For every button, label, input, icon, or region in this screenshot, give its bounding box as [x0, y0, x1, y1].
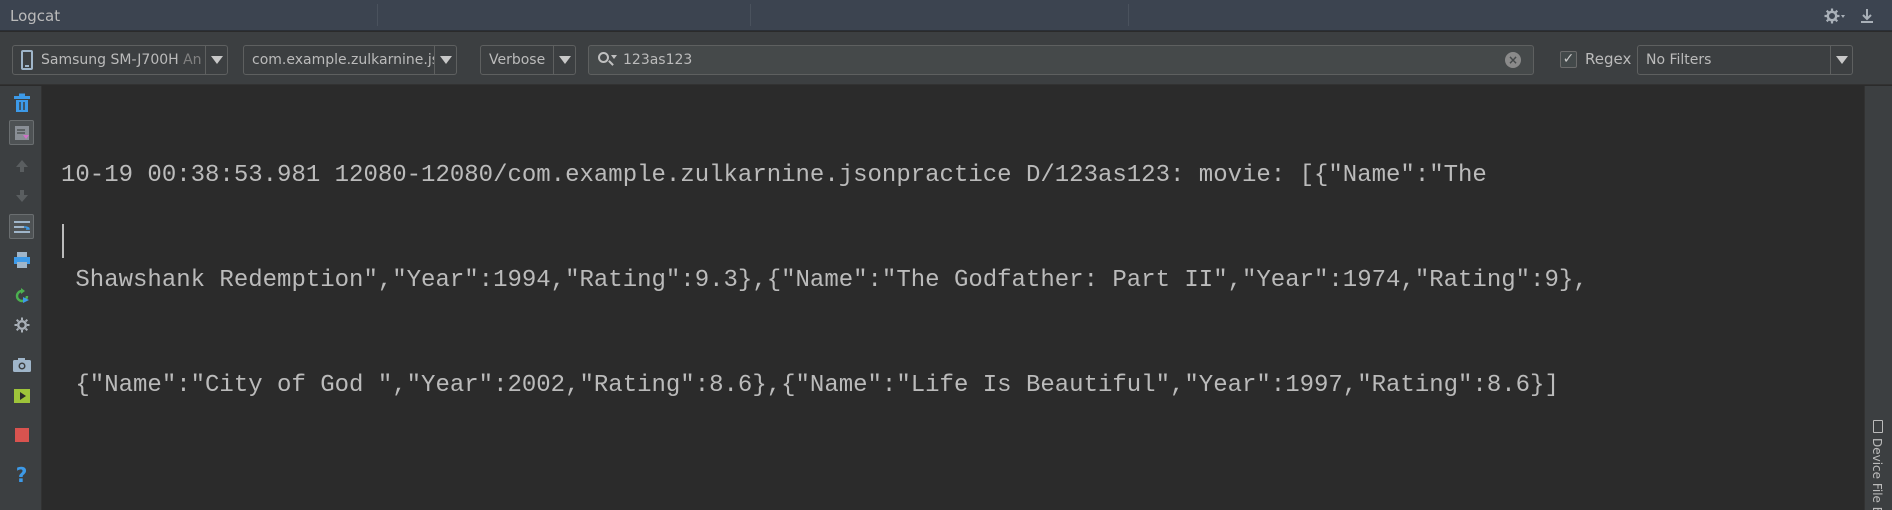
log-output[interactable]: 10-19 00:38:53.981 12080-12080/com.examp…: [43, 86, 1864, 510]
log-line: 10-19 00:38:53.981 12080-12080/com.examp…: [61, 162, 1487, 189]
trash-icon[interactable]: [9, 90, 34, 115]
title-bar: Logcat: [0, 0, 1892, 31]
chevron-down-icon[interactable]: [1830, 46, 1852, 74]
right-tool-strip: Device File E: [1864, 86, 1892, 510]
device-selector-label: Samsung SM-J700H An: [33, 52, 205, 68]
logcat-side-toolbar: ?: [0, 86, 42, 510]
logcat-toolbar: Samsung SM-J700H An com.example.zulkarni…: [0, 32, 1892, 85]
restart-icon[interactable]: [9, 283, 34, 308]
search-icon[interactable]: [597, 50, 617, 70]
log-search-field[interactable]: ×: [588, 45, 1534, 75]
chevron-down-icon[interactable]: [553, 46, 575, 74]
title-divider: [377, 4, 378, 26]
device-selector[interactable]: Samsung SM-J700H An: [12, 45, 228, 75]
soft-wraps-icon[interactable]: [9, 214, 34, 239]
logcat-window: Logcat Samsung SM-J700H An com.example.z…: [0, 0, 1892, 510]
text-cursor: [62, 224, 64, 258]
process-selector-label: com.example.zulkarnine.jso: [252, 52, 434, 68]
minimize-icon[interactable]: [1856, 6, 1878, 26]
gear-icon[interactable]: [1824, 6, 1846, 26]
regex-checkbox[interactable]: ✓: [1560, 50, 1577, 68]
chevron-down-icon[interactable]: [434, 46, 456, 74]
screen-record-icon[interactable]: [9, 383, 34, 408]
device-file-explorer-icon[interactable]: [1873, 420, 1883, 433]
help-icon[interactable]: ?: [9, 462, 34, 487]
log-level-label: Verbose: [489, 52, 546, 68]
filter-label: No Filters: [1646, 52, 1712, 68]
log-line: Shawshank Redemption","Year":1994,"Ratin…: [61, 267, 1588, 294]
regex-label: Regex: [1585, 50, 1632, 68]
title-divider: [750, 4, 751, 26]
process-selector[interactable]: com.example.zulkarnine.jso: [243, 45, 457, 75]
down-arrow-icon[interactable]: [9, 183, 34, 208]
up-arrow-icon[interactable]: [9, 153, 34, 178]
screenshot-icon[interactable]: [9, 352, 34, 377]
chevron-down-icon[interactable]: [205, 46, 227, 74]
title-divider: [1128, 4, 1129, 26]
log-level-selector[interactable]: Verbose: [480, 45, 576, 75]
clear-search-icon[interactable]: ×: [1505, 52, 1521, 68]
log-text: 10-19 00:38:53.981 12080-12080/com.examp…: [61, 88, 1851, 473]
filter-selector[interactable]: No Filters: [1637, 45, 1853, 75]
search-input[interactable]: [623, 52, 1505, 68]
regex-option[interactable]: ✓ Regex: [1560, 50, 1631, 68]
stop-icon[interactable]: [9, 422, 34, 447]
device-suffix: An: [183, 52, 202, 68]
scroll-to-end-icon[interactable]: [9, 120, 34, 145]
device-name: Samsung SM-J700H: [41, 52, 179, 68]
device-file-explorer-tab[interactable]: Device File E: [1870, 438, 1884, 510]
print-icon[interactable]: [9, 247, 34, 272]
device-icon: [21, 50, 33, 70]
title-actions: [1824, 6, 1878, 26]
window-title: Logcat: [10, 7, 61, 25]
settings-icon[interactable]: [9, 312, 34, 337]
log-line: {"Name":"City of God ","Year":2002,"Rati…: [61, 372, 1559, 399]
